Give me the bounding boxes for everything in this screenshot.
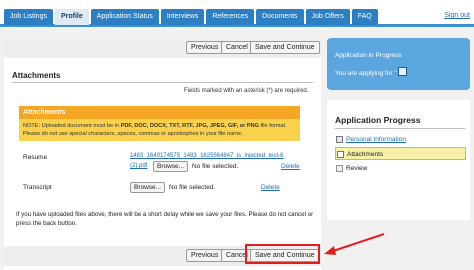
resume-label: Resume [23,154,48,161]
transcript-delete-link[interactable]: Delete [261,184,280,191]
main-form-panel: Previous Cancel Save and Continue Attach… [4,38,321,270]
section-title: Attachments [12,71,61,80]
required-fields-note: Fields marked with an asterisk (*) are r… [184,88,309,94]
progress-title: Application in Progress [335,52,402,59]
tab-documents[interactable]: Documents [256,9,304,25]
resume-no-file-text: No file selected. [192,163,239,170]
save-and-continue-button[interactable]: Save and Continue [250,41,320,54]
application-progress-panel: Application Progress Personal Informatio… [327,100,470,220]
progress-divider [335,128,465,129]
applying-for-text: You are applying for " [335,70,397,77]
sign-out-link[interactable]: Sign out [444,12,470,19]
top-button-bar: Previous Cancel Save and Continue [4,38,321,58]
document-icon [336,136,343,143]
document-icon [336,165,343,172]
application-in-progress-panel: Application in Progress You are applying… [327,38,470,90]
application-progress-title: Application Progress [335,115,421,125]
tab-references[interactable]: References [206,9,255,25]
resume-file-link[interactable]: 1483_1640174575_1483_1625564847_js_injec… [130,153,283,159]
document-icon [337,151,344,158]
tab-job-offers[interactable]: Job Offers [305,9,350,25]
previous-button[interactable]: Previous [186,41,224,54]
tab-faq[interactable]: FAQ [351,9,378,25]
transcript-label: Transcript [23,184,52,191]
file-format-note: NOTE: Uploaded document must be in PDF, … [19,119,300,141]
transcript-no-file-text: No file selected. [169,184,216,191]
upload-delay-note: If you have uploaded files above, there … [16,211,314,227]
progress-item-review: Review [335,162,466,175]
transcript-browse-button[interactable]: Browse... [130,182,166,193]
cancel-button[interactable]: Cancel [221,41,253,54]
resume-file-link-cont[interactable]: (2).pdf [130,163,147,169]
top-navigation: Job Listings Profile Application Status … [0,0,474,27]
tab-interviews[interactable]: Interviews [160,9,205,25]
tab-application-status[interactable]: Application Status [90,9,159,25]
section-divider [12,82,313,83]
tab-profile[interactable]: Profile [54,9,89,25]
user-icon [398,67,407,76]
progress-item-attachments[interactable]: Attachments [335,147,466,160]
tab-bar: Job Listings Profile Application Status … [4,9,378,25]
attachments-box-title: Attachments [19,106,300,119]
arrow-annotation [324,233,385,255]
resume-delete-link[interactable]: Delete [281,163,300,170]
progress-item-personal-information[interactable]: Personal Information [335,133,466,146]
resume-browse-button[interactable]: Browse... [153,161,189,172]
tab-job-listings[interactable]: Job Listings [4,9,53,25]
highlight-box [245,244,320,264]
previous-button-bottom[interactable]: Previous [186,249,224,262]
